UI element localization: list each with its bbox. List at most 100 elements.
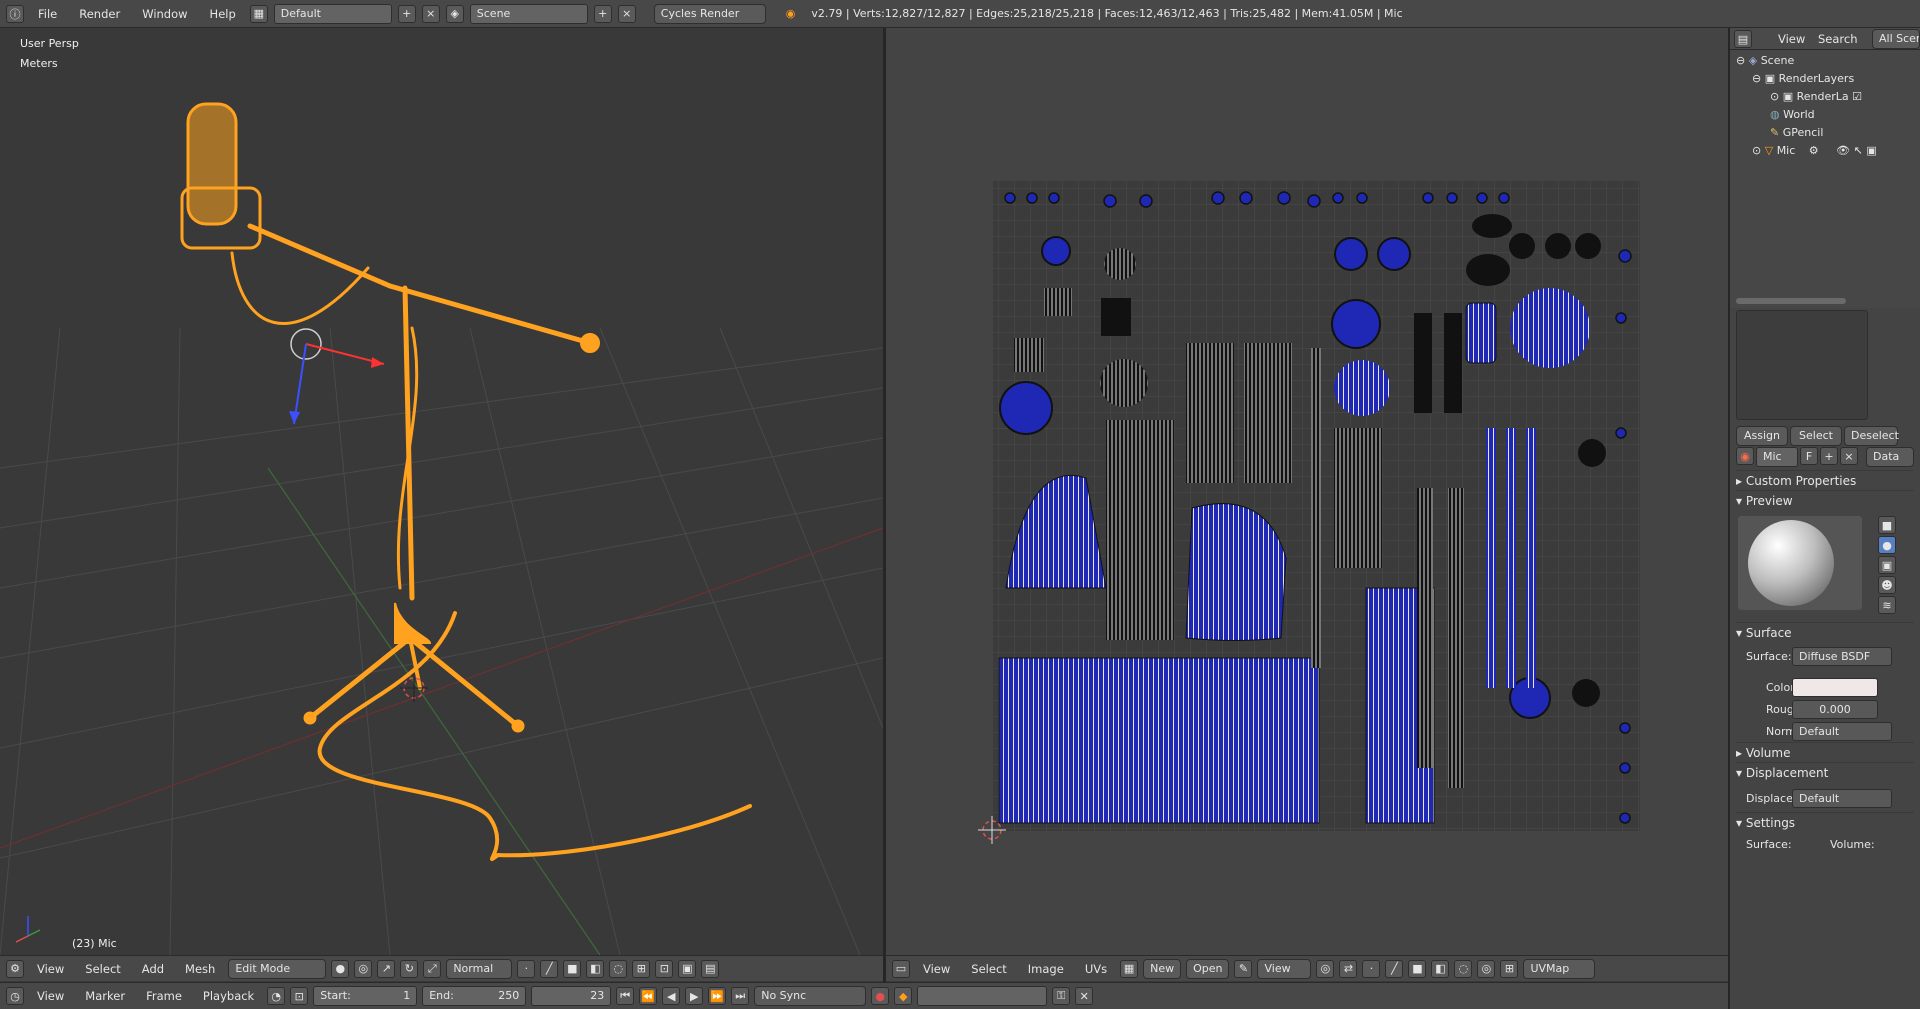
sync-mode-dropdown[interactable]: No Sync bbox=[754, 986, 867, 1006]
volume-section[interactable]: ▸ Volume bbox=[1736, 742, 1914, 762]
surface-shader-dropdown[interactable]: Diffuse BSDF bbox=[1792, 647, 1892, 666]
image-browse-icon[interactable]: ▦ bbox=[1120, 959, 1139, 978]
uv-editor-type-icon[interactable]: ▭ bbox=[892, 959, 910, 978]
color-swatch[interactable] bbox=[1792, 678, 1878, 697]
settings-section[interactable]: ▾ Settings bbox=[1736, 812, 1914, 832]
preview-range-icon[interactable]: ◔ bbox=[267, 987, 286, 1005]
outliner-filter-dropdown[interactable]: All Scen bbox=[1872, 29, 1920, 49]
open-image-button[interactable]: Open bbox=[1186, 958, 1230, 979]
scene-icon[interactable]: ◈ bbox=[445, 4, 464, 23]
outliner-menu-search[interactable]: Search bbox=[1810, 32, 1866, 46]
mode-dropdown[interactable]: Edit Mode bbox=[228, 958, 327, 979]
scene-field[interactable]: Scene bbox=[469, 3, 588, 24]
proportional-edit-icon[interactable]: ◌ bbox=[609, 959, 628, 978]
lock-icon[interactable]: ⊡ bbox=[290, 987, 309, 1005]
screen-layout-icon[interactable]: ▦ bbox=[249, 4, 268, 23]
outliner-item-scene[interactable]: ⊖ ◈ Scene bbox=[1736, 52, 1794, 70]
outliner-item-gpencil[interactable]: ✎ GPencil bbox=[1770, 124, 1823, 142]
selectable-arrow-icon[interactable]: ↖ bbox=[1854, 144, 1863, 157]
preview-hair-icon[interactable]: ≋ bbox=[1878, 596, 1896, 614]
uv-vertex-select-icon[interactable]: · bbox=[1362, 959, 1381, 978]
manipulator-translate-icon[interactable]: ↗ bbox=[377, 959, 396, 978]
menu-render[interactable]: Render bbox=[71, 7, 128, 21]
outliner-editor-icon[interactable]: ▤ bbox=[1734, 30, 1752, 48]
preview-sphere-icon[interactable]: ● bbox=[1878, 536, 1896, 554]
pivot-icon[interactable]: ◎ bbox=[1316, 959, 1335, 978]
occlude-geometry-icon[interactable]: ◧ bbox=[586, 959, 605, 978]
snap-element-icon[interactable]: ⊡ bbox=[655, 959, 674, 978]
outliner-item-mic[interactable]: ⊙ ▽ Mic ⚙ 👁︎ ↖ ▣ bbox=[1752, 142, 1877, 160]
start-frame-field[interactable]: Start: 1 bbox=[313, 986, 418, 1006]
uv-proportional-icon[interactable]: ◎ bbox=[1477, 959, 1496, 978]
displace-dropdown[interactable]: Default bbox=[1792, 789, 1892, 808]
deselect-button[interactable]: Deselect bbox=[1844, 426, 1899, 446]
material-slot-list[interactable] bbox=[1736, 310, 1868, 420]
preview-flat-icon[interactable]: ■ bbox=[1878, 516, 1896, 534]
timeline-menu-marker[interactable]: Marker bbox=[77, 989, 133, 1003]
checkbox-icon[interactable]: ☑ bbox=[1852, 90, 1862, 103]
add-scene-icon[interactable]: + bbox=[593, 4, 612, 23]
vertex-select-icon[interactable]: · bbox=[517, 959, 536, 978]
snap-icon[interactable]: ⊞ bbox=[632, 959, 651, 978]
transform-orientation-dropdown[interactable]: Normal bbox=[446, 958, 513, 979]
uv-snap-icon[interactable]: ⊞ bbox=[1500, 959, 1519, 978]
unlink-material-icon[interactable]: × bbox=[1840, 447, 1858, 465]
keying-set-icon[interactable]: ◆ bbox=[894, 987, 913, 1005]
render-camera-icon[interactable]: ▣ bbox=[1866, 144, 1876, 157]
normal-dropdown[interactable]: Default bbox=[1792, 722, 1892, 741]
delete-keyframe-icon[interactable]: ✕ bbox=[1075, 987, 1094, 1005]
pivot-point-icon[interactable]: ◎ bbox=[354, 959, 373, 978]
roughness-field[interactable]: 0.000 bbox=[1792, 700, 1878, 719]
uv-island-select-icon[interactable]: ◧ bbox=[1431, 959, 1450, 978]
outliner-item-renderlayer[interactable]: ⊙ ▣ RenderLa ☑ bbox=[1770, 88, 1862, 106]
end-frame-field[interactable]: End: 250 bbox=[422, 986, 527, 1006]
menu-help[interactable]: Help bbox=[202, 7, 244, 21]
record-icon[interactable]: ● bbox=[871, 987, 890, 1005]
uv-menu-select[interactable]: Select bbox=[963, 962, 1014, 976]
preview-monkey-icon[interactable]: ☻ bbox=[1878, 576, 1896, 594]
menu-file[interactable]: File bbox=[30, 7, 65, 21]
screen-layout-field[interactable]: Default bbox=[273, 3, 392, 24]
prev-keyframe-icon[interactable]: ⏪ bbox=[639, 987, 658, 1005]
timeline-menu-playback[interactable]: Playback bbox=[195, 989, 262, 1003]
new-image-button[interactable]: New bbox=[1143, 958, 1182, 979]
outliner-item-world[interactable]: ◍ World bbox=[1770, 106, 1815, 124]
3d-menu-view[interactable]: View bbox=[29, 962, 72, 976]
sync-selection-icon[interactable]: ⇄ bbox=[1339, 959, 1358, 978]
mic-mesh[interactable] bbox=[180, 102, 752, 862]
manipulator-rotate-icon[interactable]: ↻ bbox=[400, 959, 419, 978]
play-reverse-icon[interactable]: ◀ bbox=[662, 987, 681, 1005]
uv-face-select-icon[interactable]: ■ bbox=[1408, 959, 1427, 978]
add-layout-icon[interactable]: + bbox=[397, 4, 416, 23]
timeline-editor-type-icon[interactable]: ◷ bbox=[6, 987, 24, 1005]
link-data-dropdown[interactable]: Data bbox=[1866, 447, 1914, 467]
next-keyframe-icon[interactable]: ⏩ bbox=[708, 987, 727, 1005]
opengl-render-icon[interactable]: ▣ bbox=[678, 959, 697, 978]
manipulator-z-head[interactable] bbox=[289, 411, 300, 424]
edge-select-icon[interactable]: ╱ bbox=[540, 959, 559, 978]
viewport-shading-icon[interactable]: ● bbox=[331, 959, 350, 978]
uv-menu-view[interactable]: View bbox=[915, 962, 958, 976]
menu-window[interactable]: Window bbox=[134, 7, 195, 21]
uv-menu-image[interactable]: Image bbox=[1020, 962, 1072, 976]
face-select-icon[interactable]: ■ bbox=[563, 959, 582, 978]
current-frame-field[interactable]: 23 bbox=[531, 986, 612, 1006]
editor-type-icon[interactable]: ⚙ bbox=[6, 959, 24, 978]
surface-section[interactable]: ▾ Surface bbox=[1736, 622, 1914, 642]
uvmap-field[interactable]: UVMap bbox=[1523, 958, 1596, 979]
3d-menu-select[interactable]: Select bbox=[77, 962, 128, 976]
visibility-eye-icon[interactable]: 👁︎ bbox=[1836, 144, 1850, 157]
3d-viewport[interactable]: User Persp Meters (23) Mic bbox=[0, 28, 883, 955]
remove-scene-icon[interactable]: × bbox=[617, 4, 636, 23]
pin-icon[interactable]: ✎ bbox=[1234, 959, 1253, 978]
uv-menu-uvs[interactable]: UVs bbox=[1077, 962, 1115, 976]
material-browse-icon[interactable]: ◉ bbox=[1736, 447, 1754, 465]
outliner-scrollbar[interactable] bbox=[1736, 298, 1846, 304]
fake-user-toggle[interactable]: F bbox=[1800, 447, 1818, 465]
play-icon[interactable]: ▶ bbox=[685, 987, 704, 1005]
preview-cube-icon[interactable]: ▣ bbox=[1878, 556, 1896, 574]
custom-properties-section[interactable]: ▸ Custom Properties bbox=[1736, 470, 1914, 490]
uv-image-editor[interactable] bbox=[886, 28, 1728, 955]
3d-menu-mesh[interactable]: Mesh bbox=[177, 962, 223, 976]
render-animation-icon[interactable]: ▤ bbox=[701, 959, 720, 978]
